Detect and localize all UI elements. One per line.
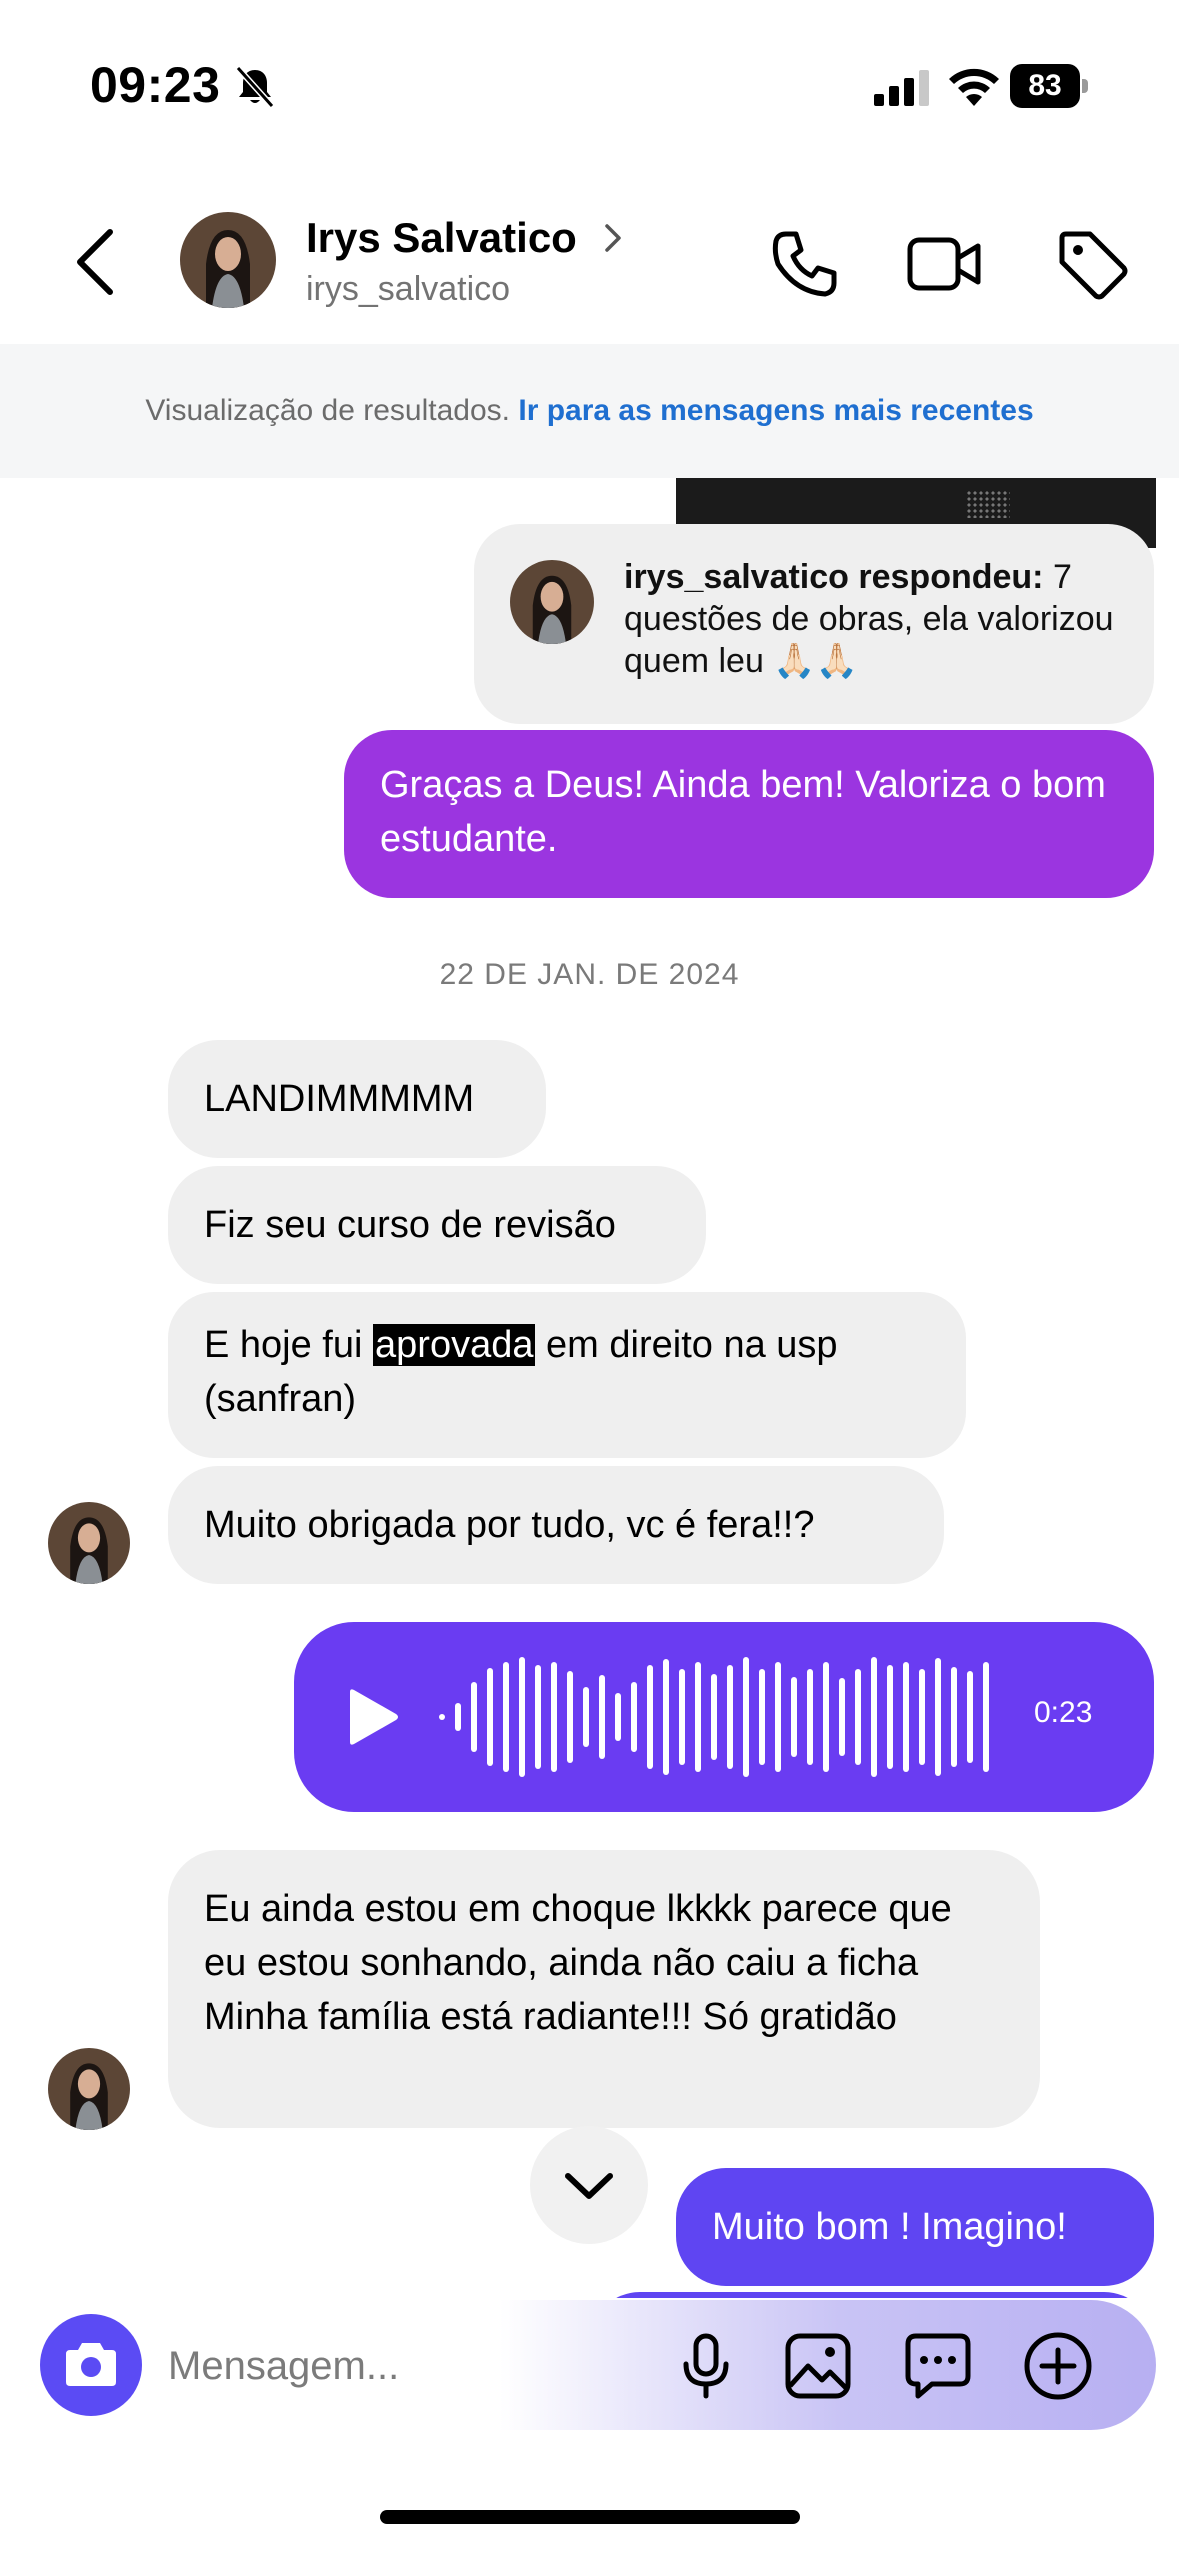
waveform-bar [919, 1669, 925, 1765]
message-bubble-incoming[interactable]: LANDIMMMMM [168, 1040, 546, 1158]
message-bubble-incoming[interactable]: Eu ainda estou em choque lkkkk parece qu… [168, 1850, 1040, 2128]
signal-icon [874, 70, 929, 106]
sticker-icon[interactable] [902, 2330, 974, 2402]
reply-text: irys_salvatico respondeu: 7 questões de … [624, 556, 1134, 682]
date-separator: 22 DE JAN. DE 2024 [439, 958, 740, 991]
waveform-bar [663, 1659, 669, 1775]
avatar [510, 560, 594, 644]
contact-username[interactable]: irys_salvatico [306, 270, 510, 309]
waveform-bar [759, 1669, 765, 1765]
avatar[interactable] [180, 212, 276, 308]
waveform-bar [695, 1662, 701, 1772]
message-bubble-outgoing[interactable]: Muito bom ! Imagino! [676, 2168, 1154, 2286]
waveform-bar [455, 1703, 461, 1731]
home-indicator [380, 2510, 800, 2524]
waveform-bar [487, 1668, 493, 1766]
phone-icon[interactable] [766, 226, 842, 302]
waveform[interactable] [434, 1650, 994, 1784]
chevron-right-icon[interactable] [598, 218, 628, 258]
status-time: 09:23 [90, 57, 221, 113]
voice-message[interactable]: 0:23 [294, 1622, 1154, 1812]
chevron-down-icon [565, 2173, 613, 2199]
message-bubble-incoming[interactable]: E hoje fui aprovada em direito na usp (s… [168, 1292, 966, 1458]
camera-button[interactable] [40, 2314, 142, 2416]
waveform-bar [743, 1657, 749, 1777]
waveform-bar [839, 1678, 845, 1756]
camera-icon [66, 2343, 116, 2386]
waveform-bar [887, 1665, 893, 1769]
bell-slash-icon [235, 65, 275, 109]
waveform-bar [439, 1714, 445, 1720]
waveform-bar [599, 1675, 605, 1759]
waveform-bar [519, 1657, 525, 1777]
waveform-bar [935, 1658, 941, 1776]
waveform-bar [647, 1665, 653, 1769]
scroll-to-bottom-button[interactable] [530, 2126, 648, 2244]
waveform-bar [583, 1687, 589, 1747]
waveform-bar [951, 1667, 957, 1767]
contact-name[interactable]: Irys Salvatico [306, 214, 577, 262]
back-icon[interactable] [66, 222, 126, 302]
waveform-bar [983, 1662, 989, 1772]
go-to-recent-link[interactable]: Ir para as mensagens mais recentes [518, 394, 1033, 427]
message-text: Minha família está radiante!!! Só gratid… [204, 1996, 897, 2038]
wifi-icon [949, 68, 999, 106]
waveform-bar [903, 1662, 909, 1772]
waveform-bar [631, 1682, 637, 1752]
media-texture [966, 490, 1010, 518]
message-composer [24, 2300, 1156, 2430]
plus-icon[interactable] [1022, 2330, 1094, 2402]
waveform-bar [615, 1693, 621, 1741]
waveform-bar [711, 1674, 717, 1760]
chat-header: Irys Salvatico irys_salvatico [0, 190, 1179, 340]
reply-author: irys_salvatico respondeu: [624, 558, 1044, 596]
status-bar: 09:23 83 [0, 0, 1179, 150]
message-bubble-outgoing[interactable]: Graças a Deus! Ainda bem! Valoriza o bom… [344, 730, 1154, 898]
message-list[interactable]: irys_salvatico respondeu: 7 questões de … [0, 478, 1179, 2298]
message-input[interactable] [168, 2340, 648, 2392]
search-results-banner: Visualização de resultados. Ir para as m… [0, 344, 1179, 478]
message-bubble-outgoing[interactable] [590, 2292, 1154, 2298]
message-text: E hoje fui [204, 1324, 363, 1366]
banner-text: Visualização de resultados. [145, 394, 511, 427]
waveform-bar [535, 1665, 541, 1769]
story-reply-card[interactable]: irys_salvatico respondeu: 7 questões de … [474, 524, 1154, 724]
waveform-bar [967, 1671, 973, 1763]
waveform-bar [679, 1669, 685, 1765]
message-bubble-incoming[interactable]: Muito obrigada por tudo, vc é fera!!? [168, 1466, 944, 1584]
waveform-bar [791, 1677, 797, 1757]
battery-level: 83 [1010, 64, 1080, 108]
message-bubble-incoming[interactable]: Fiz seu curso de revisão [168, 1166, 706, 1284]
waveform-bar [551, 1662, 557, 1772]
avatar[interactable] [48, 1502, 130, 1584]
battery-icon: 83 [1010, 64, 1088, 108]
tag-icon[interactable] [1054, 226, 1130, 302]
avatar[interactable] [48, 2048, 130, 2130]
waveform-bar [807, 1669, 813, 1765]
waveform-bar [567, 1671, 573, 1763]
waveform-bar [503, 1662, 509, 1772]
video-icon[interactable] [906, 226, 982, 302]
battery-cap [1082, 79, 1088, 93]
gallery-icon[interactable] [782, 2330, 854, 2402]
microphone-icon[interactable] [670, 2330, 742, 2402]
waveform-bar [471, 1682, 477, 1752]
waveform-bar [823, 1662, 829, 1772]
search-highlight: aprovada [373, 1324, 536, 1366]
waveform-bar [775, 1662, 781, 1772]
play-icon[interactable] [344, 1686, 402, 1748]
voice-duration: 0:23 [1034, 1696, 1093, 1729]
waveform-bar [871, 1657, 877, 1777]
waveform-bar [855, 1669, 861, 1765]
waveform-bar [727, 1665, 733, 1769]
message-text: Eu ainda estou em choque lkkkk parece qu… [204, 1888, 952, 1984]
